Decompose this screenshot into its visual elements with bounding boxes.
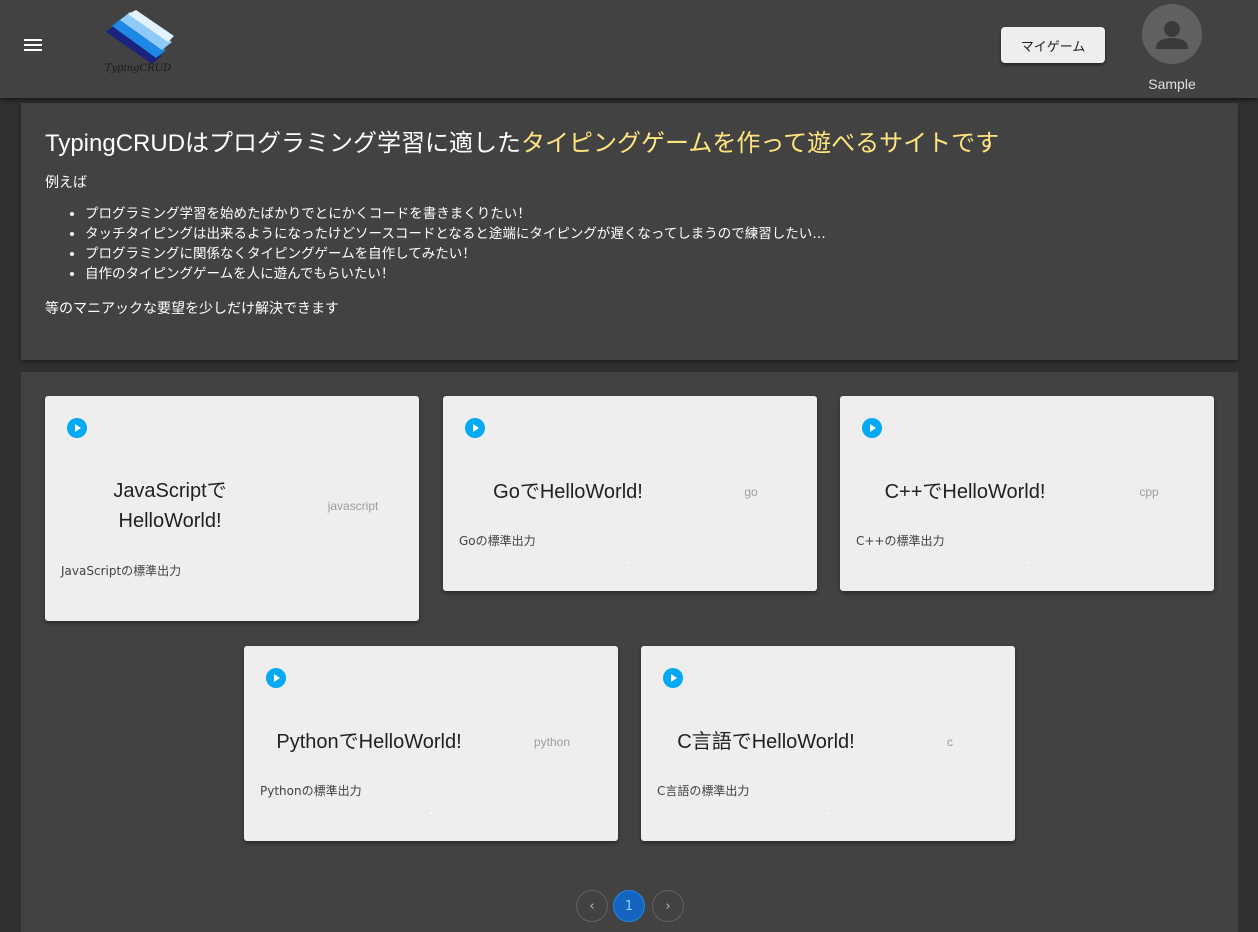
my-game-button[interactable]: マイゲーム [1001,27,1105,63]
game-card-title-line: JavaScriptで [113,480,227,502]
game-card-cpp[interactable]: C++でHelloWorld! cpp C++の標準出力 [840,396,1214,591]
game-card-javascript[interactable]: JavaScriptで HelloWorld! javascript JavaS… [45,396,419,621]
card-dot [628,562,630,564]
hamburger-menu-icon [24,39,42,51]
card-dot [827,812,829,814]
play-icon[interactable] [266,668,286,688]
intro-list-item: タッチタイピングは出来るようになったけどソースコードとなると途端にタイピングが遅… [85,224,1214,244]
game-card-title: C言語でHelloWorld! [677,731,855,753]
logo-text: TypingCRUD [104,63,172,74]
game-card-python[interactable]: PythonでHelloWorld! python Pythonの標準出力 [244,646,618,841]
page-button-current[interactable]: 1 [613,890,645,922]
game-card-language: c [947,735,953,749]
person-icon [1156,21,1188,49]
pagination: ‹ 1 › [576,890,686,922]
user-avatar[interactable] [1142,4,1202,64]
game-card-description: C言語の標準出力 [657,784,750,798]
intro-list-item: プログラミングに関係なくタイピングゲームを自作してみたい！ [85,244,1214,264]
game-card-description: Goの標準出力 [459,534,536,548]
game-card-language: python [533,735,571,749]
game-card-title: JavaScriptで HelloWorld! [85,476,255,536]
intro-list-item: 自作のタイピングゲームを人に遊んでもらいたい！ [85,264,1214,284]
app-bar: TypingCRUD マイゲーム Sample [0,0,1258,98]
intro-list: プログラミング学習を始めたばかりでとにかくコードを書きまくりたい！ タッチタイピ… [45,204,1214,284]
intro-closing: 等のマニアックな要望を少しだけ解決できます [45,301,339,317]
game-card-title: PythonでHelloWorld! [276,731,462,753]
game-card-description: JavaScriptの標準出力 [61,564,182,578]
menu-button[interactable] [17,29,49,61]
game-card-title: C++でHelloWorld! [884,481,1046,503]
game-card-description: C++の標準出力 [856,534,945,548]
game-card-language: cpp [1139,485,1159,499]
play-icon[interactable] [465,418,485,438]
next-page-button[interactable]: › [652,890,684,922]
intro-title: TypingCRUDはプログラミング学習に適したタイピングゲームを作って遊べるサ… [45,129,1214,159]
play-icon[interactable] [67,418,87,438]
play-icon[interactable] [663,668,683,688]
card-dot [430,812,432,814]
play-icon[interactable] [862,418,882,438]
game-card-language: javascript [327,499,379,513]
card-dot [231,593,233,595]
game-card-c[interactable]: C言語でHelloWorld! c C言語の標準出力 [641,646,1015,841]
game-card-language: go [744,485,758,499]
game-card-title: GoでHelloWorld! [493,481,643,503]
site-logo[interactable]: TypingCRUD [102,10,174,78]
user-name: Sample [1148,76,1196,92]
prev-page-button[interactable]: ‹ [576,890,608,922]
intro-panel: TypingCRUDはプログラミング学習に適したタイピングゲームを作って遊べるサ… [21,103,1238,360]
intro-title-highlight: タイピングゲームを作って遊べるサイトです [521,130,1000,157]
intro-list-item: プログラミング学習を始めたばかりでとにかくコードを書きまくりたい！ [85,204,1214,224]
game-card-description: Pythonの標準出力 [260,784,362,798]
intro-lead: 例えば [45,175,87,191]
card-dot [1026,562,1028,564]
game-card-title-line: HelloWorld! [118,510,222,532]
game-card-go[interactable]: GoでHelloWorld! go Goの標準出力 [443,396,817,591]
intro-title-plain: TypingCRUDはプログラミング学習に適した [45,130,522,157]
logo-stripes-icon [106,10,174,64]
